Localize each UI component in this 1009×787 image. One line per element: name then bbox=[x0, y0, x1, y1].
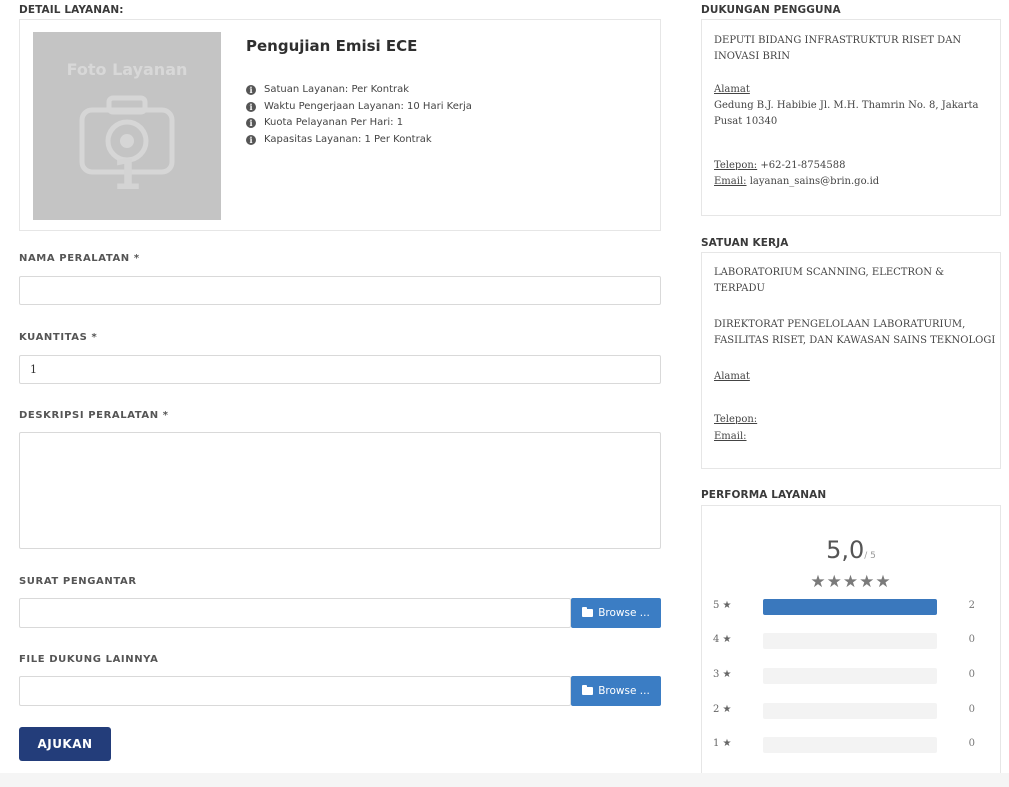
other-files-label: FILE DUKUNG LAINNYA bbox=[19, 654, 159, 665]
rating-stars: ★★★★★ bbox=[810, 572, 892, 592]
rating-score-max: / 5 bbox=[864, 551, 876, 561]
unit-address-label: Alamat bbox=[714, 371, 750, 382]
support-email-label: Email: bbox=[714, 176, 747, 187]
rating-row-label: 2 ★ bbox=[713, 704, 732, 715]
service-photo: Foto Layanan 1 bbox=[33, 32, 221, 220]
support-email-line: Email: layanan_sains@brin.go.id bbox=[714, 174, 879, 190]
service-name: Pengujian Emisi ECE bbox=[246, 37, 418, 55]
rating-bar-track bbox=[763, 703, 937, 719]
equipment-name-label: NAMA PERALATAN * bbox=[19, 253, 140, 264]
quantity-input[interactable]: 1 bbox=[19, 355, 661, 384]
quantity-label: KUANTITAS * bbox=[19, 332, 98, 343]
rating-row-5: 5 ★ 2 bbox=[713, 597, 975, 617]
detail-section-title: DETAIL LAYANAN: bbox=[19, 4, 124, 16]
unit-lab: LABORATORIUM SCANNING, ELECTRON & TERPAD… bbox=[714, 267, 945, 294]
spec-text: Satuan Layanan: Per Kontrak bbox=[264, 84, 410, 95]
rating-row-label: 1 ★ bbox=[713, 738, 732, 749]
spec-item: i Kapasitas Layanan: 1 Per Kontrak bbox=[246, 134, 432, 145]
unit-section-title: SATUAN KERJA bbox=[701, 237, 789, 249]
support-address-label: Alamat bbox=[714, 84, 750, 95]
spec-text: Kapasitas Layanan: 1 Per Kontrak bbox=[264, 134, 432, 145]
spec-item: i Waktu Pengerjaan Layanan: 10 Hari Kerja bbox=[246, 101, 472, 112]
browse-label: Browse ... bbox=[598, 607, 650, 619]
rating-row-4: 4 ★ 0 bbox=[713, 631, 975, 651]
equipment-name-input[interactable] bbox=[19, 276, 661, 305]
spec-item: i Kuota Pelayanan Per Hari: 1 bbox=[246, 117, 403, 128]
rating-row-3: 3 ★ 0 bbox=[713, 666, 975, 686]
folder-icon bbox=[582, 607, 594, 617]
rating-bar-fill bbox=[763, 599, 937, 615]
info-icon: i bbox=[246, 84, 256, 95]
rating-row-count: 0 bbox=[968, 704, 975, 715]
support-phone-label: Telepon: bbox=[714, 160, 758, 171]
page-footer-strip bbox=[0, 773, 1009, 787]
cover-letter-file-input[interactable] bbox=[19, 598, 571, 628]
rating-row-label: 3 ★ bbox=[713, 669, 732, 680]
info-icon: i bbox=[246, 117, 256, 128]
folder-icon bbox=[582, 685, 594, 695]
rating-row-count: 0 bbox=[968, 634, 975, 645]
rating-row-2: 2 ★ 0 bbox=[713, 701, 975, 721]
rating-bar-track bbox=[763, 668, 937, 684]
spec-text: Waktu Pengerjaan Layanan: 10 Hari Kerja bbox=[264, 101, 472, 112]
performance-section-title: PERFORMA LAYANAN bbox=[701, 489, 827, 501]
support-card: DEPUTI BIDANG INFRASTRUKTUR RISET DAN IN… bbox=[701, 19, 1001, 216]
rating-bar-track bbox=[763, 599, 937, 615]
info-icon: i bbox=[246, 134, 256, 145]
other-files-browse-button[interactable]: Browse ... bbox=[571, 676, 661, 706]
submit-button[interactable]: AJUKAN bbox=[19, 727, 111, 761]
spec-text: Kuota Pelayanan Per Hari: 1 bbox=[264, 117, 404, 128]
support-phone-line: Telepon: +62-21-8754588 bbox=[714, 158, 845, 174]
unit-directorate: DIREKTORAT PENGELOLAAN LABORATURIUM, FAS… bbox=[714, 319, 996, 346]
info-icon: i bbox=[246, 101, 256, 112]
support-phone: +62-21-8754588 bbox=[757, 160, 846, 171]
cover-letter-label: SURAT PENGANTAR bbox=[19, 576, 137, 587]
rating-score: 5,0/ 5 bbox=[702, 536, 1000, 564]
description-label: DESKRIPSI PERALATAN * bbox=[19, 410, 169, 421]
rating-bar-track bbox=[763, 737, 937, 753]
rating-row-count: 0 bbox=[968, 669, 975, 680]
browse-label: Browse ... bbox=[598, 685, 650, 697]
spec-item: i Satuan Layanan: Per Kontrak bbox=[246, 84, 409, 95]
support-address: Gedung B.J. Habibie Jl. M.H. Thamrin No.… bbox=[714, 100, 979, 127]
other-files-file-input[interactable] bbox=[19, 676, 571, 706]
rating-row-label: 4 ★ bbox=[713, 634, 732, 645]
rating-row-label: 5 ★ bbox=[713, 600, 732, 611]
unit-email-label: Email: bbox=[714, 431, 747, 442]
cover-letter-browse-button[interactable]: Browse ... bbox=[571, 598, 661, 628]
quantity-value: 1 bbox=[30, 363, 37, 376]
photo-number: 1 bbox=[112, 150, 142, 199]
rating-score-value: 5,0 bbox=[826, 536, 865, 564]
rating-row-1: 1 ★ 0 bbox=[713, 735, 975, 755]
unit-phone-label: Telepon: bbox=[714, 414, 758, 425]
rating-row-count: 2 bbox=[968, 600, 975, 611]
rating-row-count: 0 bbox=[968, 738, 975, 749]
support-section-title: DUKUNGAN PENGGUNA bbox=[701, 4, 841, 16]
support-org: DEPUTI BIDANG INFRASTRUKTUR RISET DAN IN… bbox=[714, 35, 962, 62]
unit-card: LABORATORIUM SCANNING, ELECTRON & TERPAD… bbox=[701, 252, 1001, 469]
rating-bar-track bbox=[763, 633, 937, 649]
description-textarea[interactable] bbox=[19, 432, 661, 549]
support-email[interactable]: layanan_sains@brin.go.id bbox=[747, 176, 880, 187]
service-detail-card: Foto Layanan 1 Pengujian Emisi ECE i Satu… bbox=[19, 19, 661, 231]
